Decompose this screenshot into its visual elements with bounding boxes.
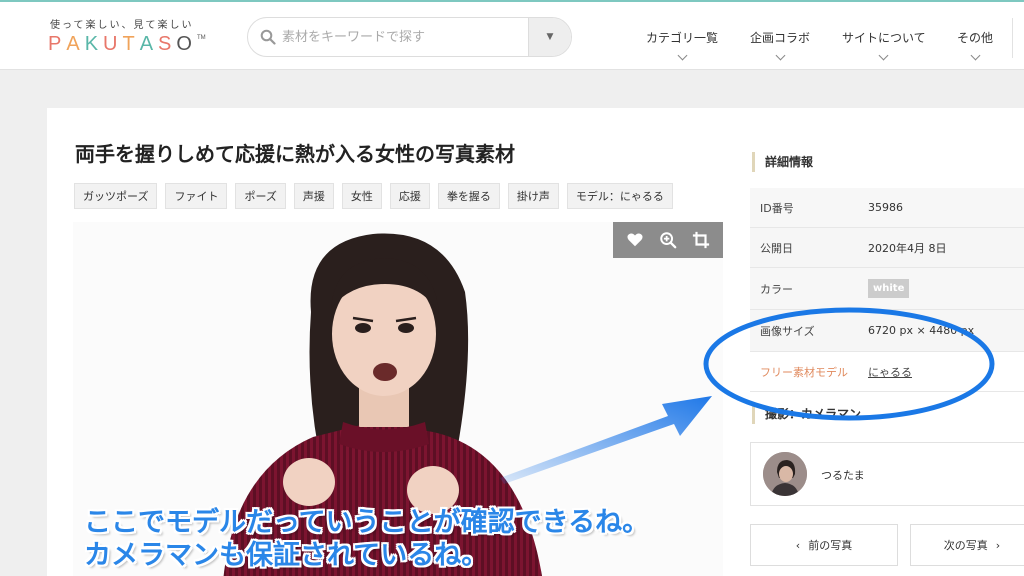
chevron-down-icon xyxy=(970,50,980,61)
logo-letter: K xyxy=(84,33,104,55)
caret-down-icon: ▼ xyxy=(546,32,554,42)
photographer-name: つるたま xyxy=(821,469,865,482)
detail-row-model: フリー素材モデル にゃるる xyxy=(750,352,1024,392)
details-table: ID番号 35986 公開日 2020年4月 8日 カラー white 画像サイ… xyxy=(750,188,1024,392)
tag-chip[interactable]: 応援 xyxy=(389,183,430,209)
next-photo-button[interactable]: 次の写真 › xyxy=(910,524,1024,566)
chevron-down-icon xyxy=(775,50,785,61)
nav-categories[interactable]: カテゴリ一覧 xyxy=(646,29,718,61)
logo-letter: A xyxy=(66,33,85,55)
avatar xyxy=(763,452,807,496)
trademark-mark: TM xyxy=(196,35,206,41)
logo-letter: P xyxy=(48,33,67,55)
chevron-down-icon xyxy=(677,50,687,61)
site-header: 使って楽しい、見て楽しい PAKUTASOTM ▼ カテゴリ一覧 企画コラボ サ… xyxy=(0,0,1024,70)
photo-toolbar xyxy=(613,222,723,258)
tag-chip[interactable]: 拳を握る xyxy=(437,183,500,209)
details-heading: 詳細情報 xyxy=(752,152,813,172)
chevron-down-icon xyxy=(878,50,889,61)
heart-icon[interactable] xyxy=(626,231,644,249)
chevron-right-icon: › xyxy=(995,538,1001,552)
detail-row-date: 公開日 2020年4月 8日 xyxy=(750,228,1024,268)
page-title: 両手を握りしめて応援に熱が入る女性の写真素材 xyxy=(75,142,515,166)
tag-list: ガッツポーズ ファイト ポーズ 声援 女性 応援 拳を握る 掛け声 モデル：にゃるる xyxy=(74,183,673,209)
tag-chip[interactable]: ファイト xyxy=(165,183,228,209)
prev-photo-button[interactable]: ‹ 前の写真 xyxy=(750,524,898,566)
search-box: ▼ xyxy=(247,17,572,57)
photographer-card[interactable]: つるたま xyxy=(750,442,1024,506)
nav-others[interactable]: その他 xyxy=(957,29,993,61)
photographer-heading: 撮影：カメラマン xyxy=(752,404,861,424)
chevron-left-icon: ‹ xyxy=(795,538,801,552)
tag-chip[interactable]: 女性 xyxy=(341,183,382,209)
tag-chip[interactable]: ガッツポーズ xyxy=(74,183,158,209)
search-input[interactable] xyxy=(282,18,527,56)
logo-letter: A xyxy=(139,33,159,55)
zoom-in-icon[interactable] xyxy=(659,231,677,249)
search-icon xyxy=(260,29,276,45)
annotation-caption-line2: カメラマンも保証されているね。 xyxy=(84,540,489,571)
logo-letter: O xyxy=(176,33,197,55)
logo-letter: S xyxy=(158,33,177,55)
nav-about[interactable]: サイトについて xyxy=(842,29,926,61)
color-chip-white[interactable]: white xyxy=(868,279,910,298)
logo-letter: T xyxy=(122,33,140,55)
model-link[interactable]: にゃるる xyxy=(868,364,912,380)
tag-chip[interactable]: ポーズ xyxy=(235,183,286,209)
logo-tagline: 使って楽しい、見て楽しい xyxy=(50,20,194,31)
search-category-dropdown[interactable]: ▼ xyxy=(528,18,571,56)
nav-collab[interactable]: 企画コラボ xyxy=(750,29,810,61)
site-logo[interactable]: PAKUTASOTM xyxy=(48,33,206,56)
detail-row-id: ID番号 35986 xyxy=(750,188,1024,228)
tag-chip[interactable]: 掛け声 xyxy=(507,183,559,209)
tag-chip[interactable]: モデル：にゃるる xyxy=(566,183,673,209)
detail-row-size: 画像サイズ 6720 px × 4480 px xyxy=(750,310,1024,352)
nav-divider xyxy=(1012,18,1013,58)
tag-chip[interactable]: 声援 xyxy=(293,183,334,209)
logo-letter: U xyxy=(103,33,123,55)
detail-row-color: カラー white xyxy=(750,268,1024,310)
crop-icon[interactable] xyxy=(692,231,710,249)
